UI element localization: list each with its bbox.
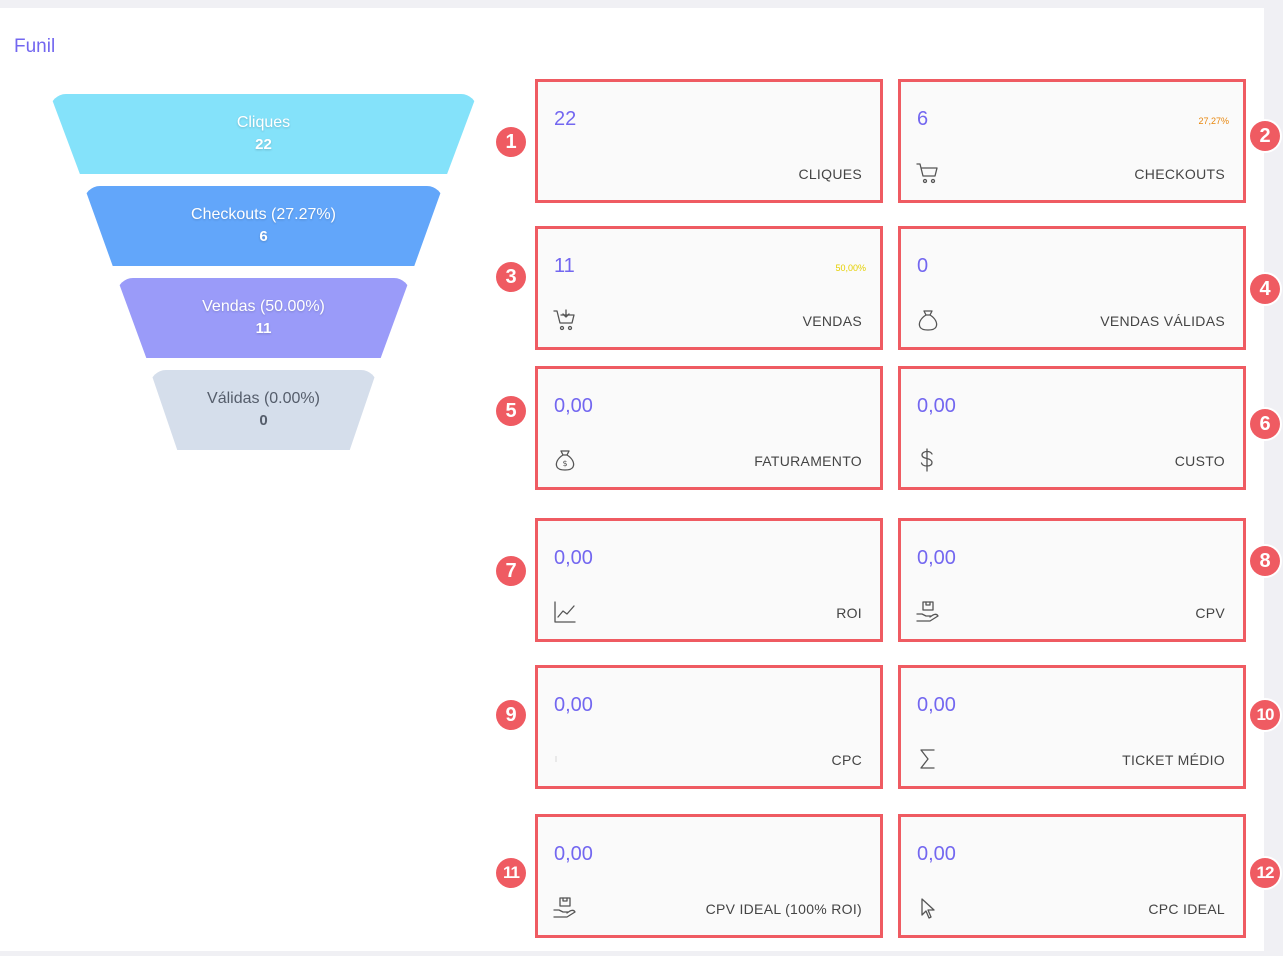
funnel-stage-label: Vendas (50.00%) — [202, 298, 325, 315]
cart-download-icon — [552, 307, 578, 333]
card-vendas-validas[interactable]: 0 VENDAS VÁLIDAS — [898, 226, 1246, 350]
card-ticket-medio[interactable]: 0,00 TICKET MÉDIO — [898, 665, 1246, 789]
badge-12: 12 — [1250, 858, 1280, 888]
funnel-stage-vendas: Vendas (50.00%) 11 — [117, 278, 410, 358]
funnel-stage-checkouts: Checkouts (27.27%) 6 — [84, 186, 443, 266]
badge-1: 1 — [496, 127, 526, 157]
funnel-stage-value: 0 — [259, 412, 268, 429]
card-label: CPV — [1195, 605, 1225, 621]
card-percent: 50,00% — [835, 263, 866, 273]
badge-5: 5 — [496, 396, 526, 426]
badge-6: 6 — [1250, 409, 1280, 439]
sigma-icon — [915, 746, 941, 772]
bag-icon — [915, 307, 941, 333]
card-value: 0,00 — [554, 843, 593, 865]
card-value: 0,00 — [554, 395, 593, 417]
cursor-icon — [552, 746, 578, 772]
card-cpv[interactable]: 0,00 CPV — [898, 518, 1246, 642]
card-cliques[interactable]: 22 CLIQUES — [535, 79, 883, 203]
funnel-stage-label: Cliques — [236, 114, 291, 131]
dollar-icon — [915, 447, 941, 473]
card-vendas[interactable]: 11 50,00% VENDAS — [535, 226, 883, 350]
card-value: 0 — [917, 255, 929, 277]
cart-icon — [915, 160, 941, 186]
box-hand-icon — [552, 895, 578, 921]
card-label: TICKET MÉDIO — [1122, 752, 1225, 768]
badge-11: 11 — [496, 858, 526, 888]
card-faturamento[interactable]: 0,00 $ FATURAMENTO — [535, 366, 883, 490]
card-value: 0,00 — [917, 694, 956, 716]
card-value: 22 — [554, 108, 577, 130]
card-value: 0,00 — [917, 547, 956, 569]
card-label: CPC IDEAL — [1148, 901, 1225, 917]
card-percent: 27,27% — [1198, 116, 1229, 126]
card-label: CHECKOUTS — [1134, 166, 1225, 182]
card-custo[interactable]: 0,00 CUSTO — [898, 366, 1246, 490]
card-cpc[interactable]: 0,00 CPC — [535, 665, 883, 789]
badge-10: 10 — [1250, 700, 1280, 730]
money-bag-icon: $ — [552, 447, 578, 473]
card-label: ROI — [836, 605, 862, 621]
funnel-stage-value: 11 — [255, 320, 272, 337]
badge-9: 9 — [496, 700, 526, 730]
card-value: 0,00 — [554, 547, 593, 569]
badge-2: 2 — [1250, 121, 1280, 151]
funnel-stage-validas: Válidas (0.00%) 0 — [150, 370, 377, 450]
card-value: 11 — [554, 255, 575, 277]
card-label: VENDAS — [802, 313, 862, 329]
funnel-stage-value: 22 — [255, 136, 272, 153]
card-label: CLIQUES — [798, 166, 862, 182]
card-roi[interactable]: 0,00 ROI — [535, 518, 883, 642]
badge-4: 4 — [1250, 274, 1280, 304]
funnel-stage-label: Válidas (0.00%) — [207, 390, 320, 407]
funnel-stage-cliques: Cliques 22 — [50, 94, 477, 174]
badge-3: 3 — [496, 262, 526, 292]
funnel-stage-value: 6 — [259, 228, 268, 245]
card-label: CUSTO — [1174, 453, 1225, 469]
card-value: 6 — [917, 108, 929, 130]
chart-line-icon — [552, 599, 578, 625]
card-cpv-ideal[interactable]: 0,00 CPV IDEAL (100% ROI) — [535, 814, 883, 938]
svg-text:$: $ — [562, 459, 567, 468]
card-label: VENDAS VÁLIDAS — [1100, 313, 1225, 329]
cursor-icon — [915, 895, 941, 921]
card-cpc-ideal[interactable]: 0,00 CPC IDEAL — [898, 814, 1246, 938]
funnel-stage-label: Checkouts (27.27%) — [191, 206, 336, 223]
badge-8: 8 — [1250, 546, 1280, 576]
box-hand-icon — [915, 599, 941, 625]
badge-7: 7 — [496, 556, 526, 586]
card-value: 0,00 — [554, 694, 593, 716]
card-label: CPC — [831, 752, 862, 768]
card-value: 0,00 — [917, 843, 956, 865]
card-label: CPV IDEAL (100% ROI) — [705, 901, 862, 917]
card-value: 0,00 — [917, 395, 956, 417]
card-label: FATURAMENTO — [754, 453, 862, 469]
page-title: Funil — [14, 36, 56, 57]
card-checkouts[interactable]: 6 27,27% CHECKOUTS — [898, 79, 1246, 203]
